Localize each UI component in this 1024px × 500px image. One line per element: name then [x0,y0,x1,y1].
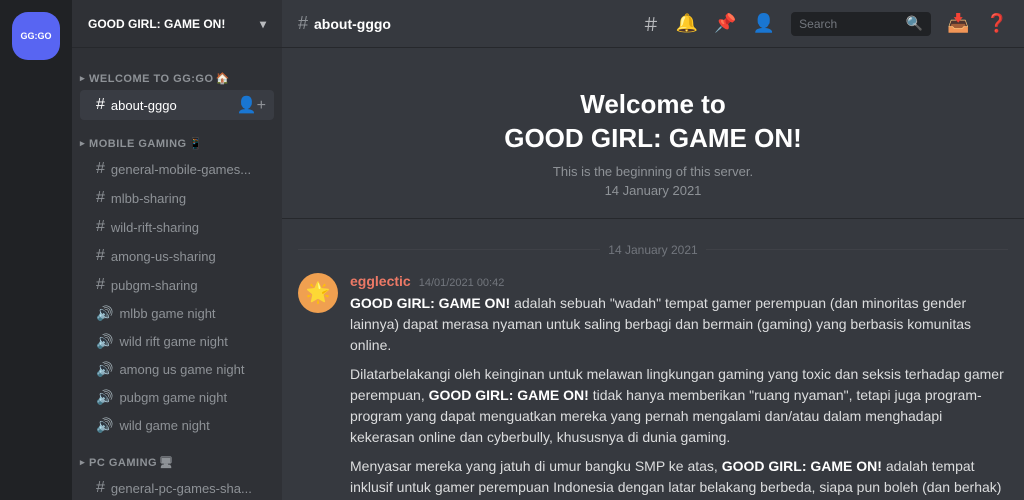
bold-text: GOOD GIRL: GAME ON! [350,295,510,311]
server-header[interactable]: GOOD GIRL: GAME ON! ▾ [72,0,282,48]
main-content: # about-gggo ＃ 🔔 📌 👤 🔍 📥 ❓ Welcome to GO… [282,0,1024,500]
channel-item-mlbb-sharing[interactable]: # mlbb-sharing [80,184,274,212]
message-header: egglectic 14/01/2021 00:42 [350,273,1008,289]
server-icon[interactable]: GG:GO [12,12,60,60]
speaker-icon: 🔊 [96,361,113,378]
server-name: GOOD GIRL: GAME ON! [88,17,225,31]
channel-item-general-mobile[interactable]: # general-mobile-games... [80,155,274,183]
message-text: GOOD GIRL: GAME ON! adalah sebuah "wadah… [350,293,1008,500]
category-mobile-gaming[interactable]: ▸ MOBILE GAMING 📱 [72,121,282,154]
message: 🌟 egglectic 14/01/2021 00:42 GOOD GIRL: … [282,265,1024,500]
server-sidebar: GG:GO [0,0,72,500]
speaker-icon: 🔊 [96,305,113,322]
help-icon[interactable]: ❓ [986,13,1008,34]
channel-label: wild rift game night [119,334,227,349]
inbox-icon[interactable]: 📥 [947,13,969,34]
welcome-line2: GOOD GIRL: GAME ON! [504,123,802,153]
channel-label: general-pc-games-sha... [111,481,252,496]
channel-label: among-us-sharing [111,249,216,264]
channel-label: among us game night [119,362,244,377]
chevron-down-icon: ▾ [260,17,266,31]
hash-icon: # [96,189,105,207]
pin-icon[interactable]: 📌 [714,13,736,34]
channel-hash-icon: # [298,13,308,34]
hash-icon: # [96,479,105,497]
welcome-banner: Welcome to GOOD GIRL: GAME ON! This is t… [282,48,1024,219]
speaker-icon: 🔊 [96,417,113,434]
message-paragraph: Dilatarbelakangi oleh keinginan untuk me… [350,364,1008,448]
top-bar-channel: # about-gggo [298,13,391,34]
channel-item-about-gggo[interactable]: # about-gggo 👤+ [80,90,274,120]
category-arrow-icon: ▸ [80,457,85,468]
category-arrow-icon: ▸ [80,73,85,84]
hash-icon: # [96,160,105,178]
username: egglectic [350,273,411,289]
search-icon: 🔍 [906,15,923,32]
channel-label: pubgm game night [119,390,227,405]
search-box[interactable]: 🔍 [791,12,931,36]
channel-label: mlbb game night [119,306,215,321]
top-bar-channel-name: about-gggo [314,16,391,32]
category-welcome[interactable]: ▸ WELCOME TO GG:GO 🏠 [72,56,282,89]
search-input[interactable] [799,17,900,31]
bell-icon[interactable]: 🔔 [676,13,698,34]
bold-text: GOOD GIRL: GAME ON! [429,387,589,403]
category-arrow-icon: ▸ [80,138,85,149]
channel-list: ▸ WELCOME TO GG:GO 🏠 # about-gggo 👤+ ▸ M… [72,48,282,500]
top-bar: # about-gggo ＃ 🔔 📌 👤 🔍 📥 ❓ [282,0,1024,48]
channel-label: about-gggo [111,98,177,113]
hash-icon: # [96,276,105,294]
date-divider: 14 January 2021 [282,235,1024,265]
server-icon-label: GG:GO [21,31,52,42]
channel-label: wild game night [119,418,209,433]
add-member-icon[interactable]: 👤+ [237,95,266,115]
hash-icon: # [96,218,105,236]
hash-icon: # [96,247,105,265]
speaker-icon: 🔊 [96,389,113,406]
channel-item-wild-rift-game-night[interactable]: 🔊 wild rift game night [80,328,274,355]
bold-text: GOOD GIRL: GAME ON! [722,458,882,474]
channel-label: wild-rift-sharing [111,220,199,235]
timestamp: 14/01/2021 00:42 [419,277,505,289]
message-content: egglectic 14/01/2021 00:42 GOOD GIRL: GA… [350,273,1008,500]
message-paragraph: Menyasar mereka yang jatuh di umur bangk… [350,456,1008,500]
date-divider-label: 14 January 2021 [608,243,697,257]
channel-item-pubgm-game-night[interactable]: 🔊 pubgm game night [80,384,274,411]
welcome-date: 14 January 2021 [302,183,1004,198]
top-bar-icons: ＃ 🔔 📌 👤 🔍 📥 ❓ [642,11,1008,37]
channel-item-general-pc[interactable]: # general-pc-games-sha... [80,474,274,500]
members-icon[interactable]: 👤 [753,13,775,34]
channel-label: mlbb-sharing [111,191,186,206]
channel-item-wild-game-night[interactable]: 🔊 wild game night [80,412,274,439]
messages-area: Welcome to GOOD GIRL: GAME ON! This is t… [282,48,1024,500]
avatar: 🌟 [298,273,338,313]
speaker-icon: 🔊 [96,333,113,350]
channel-label: pubgm-sharing [111,278,198,293]
channel-sidebar: GOOD GIRL: GAME ON! ▾ ▸ WELCOME TO GG:GO… [72,0,282,500]
channel-item-among-us-sharing[interactable]: # among-us-sharing [80,242,274,270]
category-pc-gaming[interactable]: ▸ PC GAMING 🖥 [72,440,282,473]
message-paragraph: GOOD GIRL: GAME ON! adalah sebuah "wadah… [350,293,1008,356]
welcome-subtitle: This is the beginning of this server. [302,164,1004,179]
hashtag-icon[interactable]: ＃ [642,11,660,37]
channel-item-mlbb-game-night[interactable]: 🔊 mlbb game night [80,300,274,327]
channel-item-wild-rift-sharing[interactable]: # wild-rift-sharing [80,213,274,241]
hash-icon: # [96,96,105,114]
welcome-line1: Welcome to [580,89,725,119]
welcome-title: Welcome to GOOD GIRL: GAME ON! [302,88,1004,156]
channel-label: general-mobile-games... [111,162,251,177]
channel-item-among-us-game-night[interactable]: 🔊 among us game night [80,356,274,383]
channel-item-pubgm-sharing[interactable]: # pubgm-sharing [80,271,274,299]
